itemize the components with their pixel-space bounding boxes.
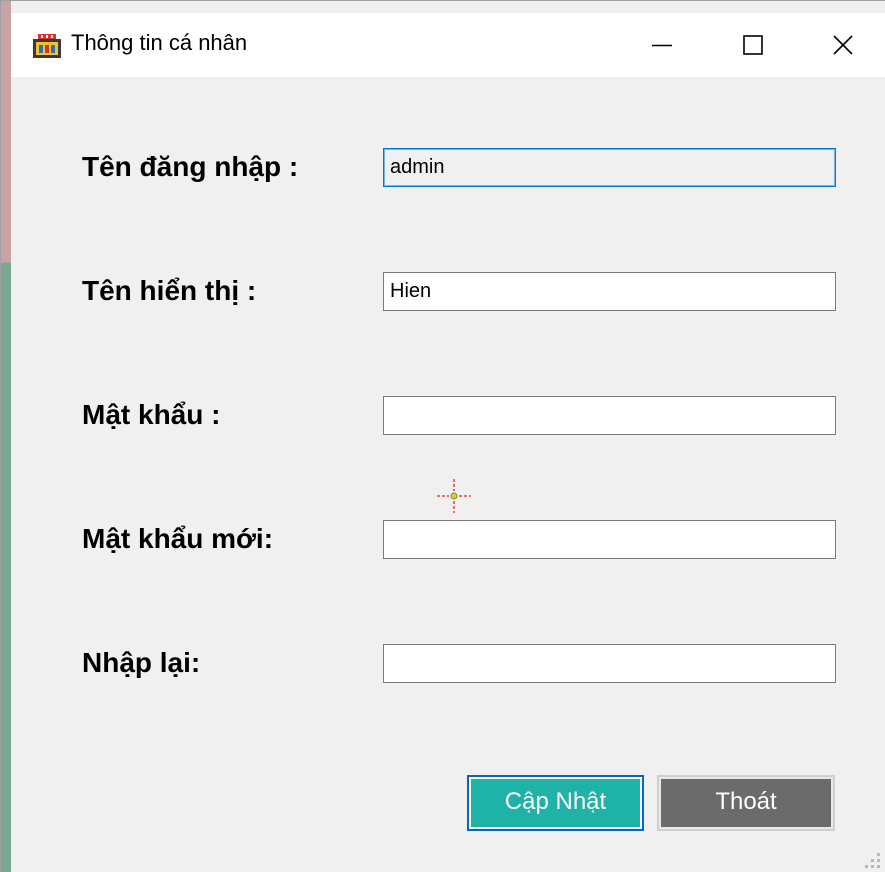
display-name-label: Tên hiển thị : xyxy=(82,275,257,306)
crosshair-cursor-icon xyxy=(437,479,471,513)
username-label: Tên đăng nhập : xyxy=(82,151,299,182)
update-button[interactable]: Cập Nhật xyxy=(467,775,644,831)
username-field[interactable] xyxy=(383,148,836,187)
maximize-button[interactable] xyxy=(708,13,798,77)
minimize-button[interactable] xyxy=(617,13,707,77)
title-bar[interactable]: Thông tin cá nhân xyxy=(11,13,885,77)
close-button[interactable] xyxy=(798,13,885,77)
password-field[interactable] xyxy=(383,396,836,435)
display-name-field[interactable] xyxy=(383,272,836,311)
close-icon xyxy=(833,35,853,55)
new-password-label: Mật khẩu mới: xyxy=(82,523,274,554)
resize-grip-icon[interactable] xyxy=(853,841,883,871)
monitor-app-icon xyxy=(33,34,61,58)
personal-info-window: Thông tin cá nhân Tên đăng nhập : Tên hi… xyxy=(0,0,885,872)
window-title: Thông tin cá nhân xyxy=(71,30,248,55)
confirm-password-label: Nhập lại: xyxy=(82,647,201,678)
exit-button[interactable]: Thoát xyxy=(657,775,835,831)
background-window-edge xyxy=(1,1,11,872)
new-password-field[interactable] xyxy=(383,520,836,559)
password-label: Mật khẩu : xyxy=(82,399,221,430)
confirm-password-field[interactable] xyxy=(383,644,836,683)
maximize-icon xyxy=(743,35,763,55)
minimize-icon xyxy=(652,44,672,47)
